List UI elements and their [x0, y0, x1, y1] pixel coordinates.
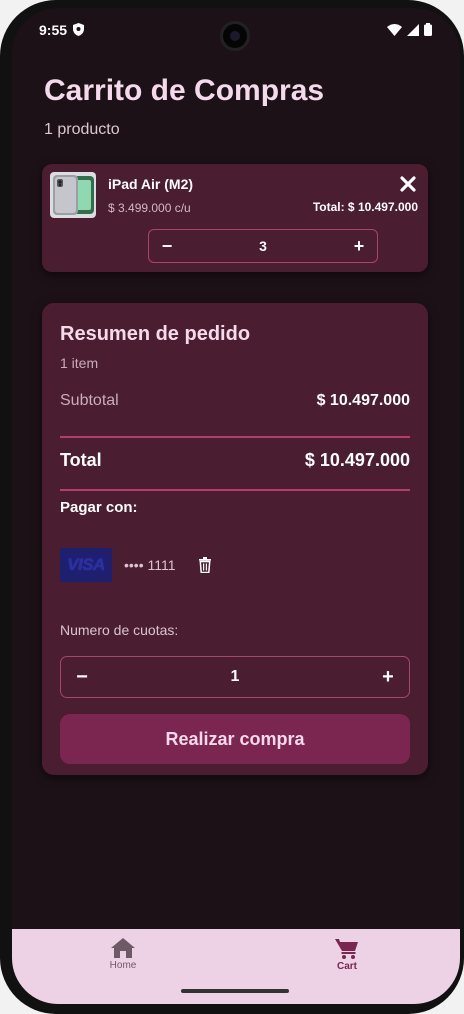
item-total: Total: $ 10.497.000	[312, 200, 418, 214]
product-unit-price: $ 3.499.000 c/u	[108, 201, 191, 215]
page-title: Carrito de Compras	[44, 74, 325, 107]
status-time: 9:55	[39, 22, 68, 38]
summary-item-count: 1 item	[60, 355, 99, 371]
order-summary-card: Resumen de pedido 1 item Subtotal $ 10.4…	[42, 303, 428, 775]
total-label: Total	[60, 450, 102, 470]
front-camera	[220, 21, 250, 51]
payment-card[interactable]: VISA •••• 1111	[60, 547, 212, 583]
total-value: $ 10.497.000	[304, 450, 410, 470]
nav-cart[interactable]: Cart	[317, 938, 377, 972]
phone-frame: 9:55 Carrito de Compras 1 producto iPad …	[0, 0, 464, 1014]
nav-home[interactable]: Home	[93, 938, 153, 971]
cart-icon	[335, 939, 358, 959]
summary-title: Resumen de pedido	[60, 323, 251, 345]
nav-home-label: Home	[109, 960, 137, 971]
product-name: iPad Air (M2)	[108, 176, 194, 192]
visa-logo: VISA	[60, 548, 112, 582]
cart-item-card: iPad Air (M2) $ 3.499.000 c/u Total: $ 1…	[42, 164, 428, 272]
subtotal-value: $ 10.497.000	[316, 392, 410, 409]
pay-with-label: Pagar con:	[60, 499, 138, 516]
trash-icon[interactable]	[198, 557, 212, 573]
close-icon[interactable]	[400, 176, 416, 192]
status-icons	[387, 23, 432, 36]
card-number: •••• 1111	[124, 557, 176, 573]
home-indicator	[181, 989, 289, 993]
wifi-icon	[387, 23, 402, 36]
signal-icon	[407, 23, 419, 36]
increase-quantity-button[interactable]: +	[341, 230, 377, 262]
cuotas-stepper: − 1 +	[60, 656, 410, 698]
nav-cart-label: Cart	[336, 961, 357, 972]
product-image	[50, 172, 96, 218]
battery-icon	[424, 23, 432, 36]
home-icon	[111, 938, 135, 958]
cuotas-label: Numero de cuotas:	[60, 622, 179, 638]
subtotal-label: Subtotal	[60, 392, 119, 409]
product-count: 1 producto	[44, 121, 120, 138]
divider	[60, 489, 410, 491]
cuotas-value: 1	[230, 668, 240, 685]
status-bar: 9:55	[12, 8, 460, 52]
quantity-stepper: − 3 +	[148, 229, 378, 263]
checkout-button[interactable]: Realizar compra	[60, 714, 410, 764]
increase-cuotas-button[interactable]: +	[367, 657, 409, 697]
shield-icon	[73, 23, 84, 36]
screen: 9:55 Carrito de Compras 1 producto iPad …	[12, 8, 460, 1004]
bottom-nav: Home Cart	[12, 929, 460, 1004]
divider	[60, 436, 410, 438]
